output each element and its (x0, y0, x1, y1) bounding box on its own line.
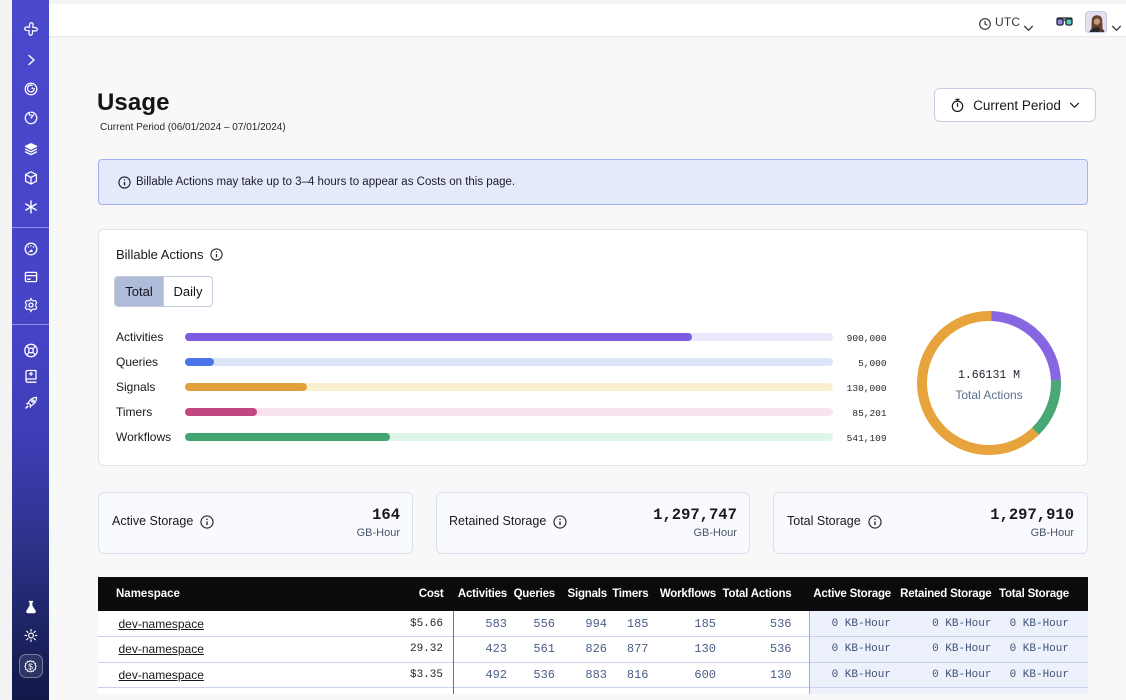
svg-text:$: $ (28, 661, 33, 671)
